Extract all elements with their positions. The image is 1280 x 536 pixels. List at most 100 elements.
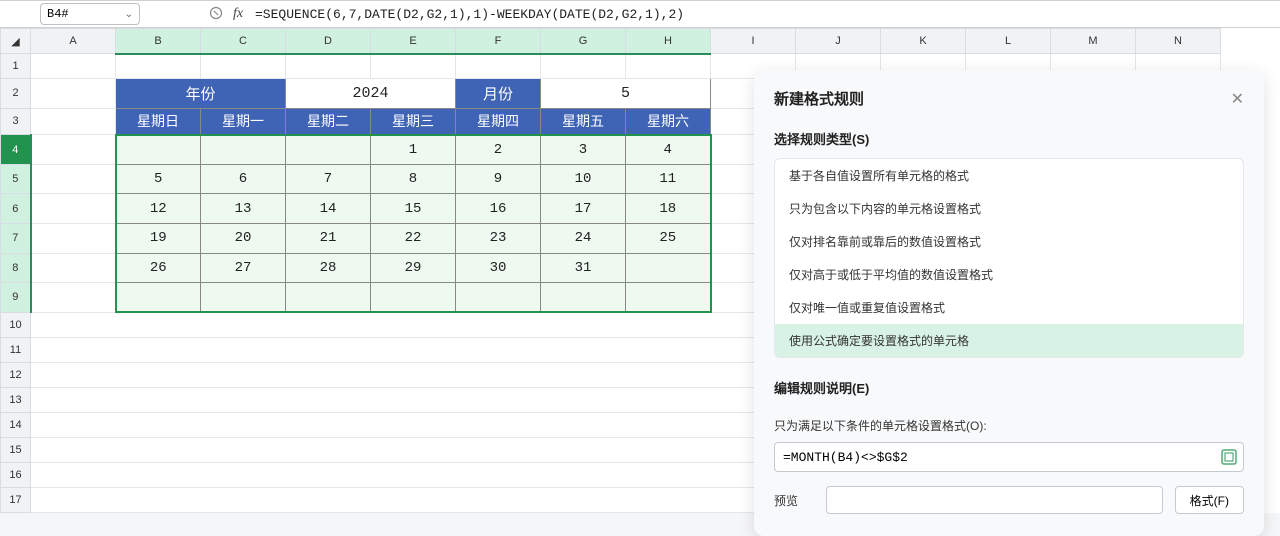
cal-cell[interactable]: 7 [286,164,371,194]
name-box[interactable]: B4# ⌄ [40,3,140,25]
cal-cell[interactable]: 14 [286,194,371,224]
cal-cell[interactable] [201,283,286,313]
rule-type-option[interactable]: 仅对唯一值或重复值设置格式 [775,291,1243,324]
select-all-corner[interactable]: ◢ [1,29,31,54]
cell[interactable] [31,194,116,224]
cal-cell[interactable]: 21 [286,224,371,254]
weekday[interactable]: 星期一 [201,108,286,135]
cal-cell[interactable]: 4 [626,135,711,165]
cell[interactable] [201,54,286,79]
cal-cell[interactable]: 6 [201,164,286,194]
cal-cell[interactable]: 3 [541,135,626,165]
col-header[interactable]: B [116,29,201,54]
cell[interactable] [116,54,201,79]
formula-input[interactable] [249,3,1280,25]
cal-cell[interactable]: 15 [371,194,456,224]
cal-cell[interactable] [456,283,541,313]
row-header[interactable]: 7 [1,224,31,254]
cal-cell[interactable] [286,283,371,313]
cell[interactable] [456,54,541,79]
cal-cell[interactable]: 23 [456,224,541,254]
cal-cell[interactable]: 27 [201,253,286,283]
col-header[interactable]: H [626,29,711,54]
col-header[interactable]: A [31,29,116,54]
fx-icon[interactable]: fx [227,6,249,22]
cell[interactable] [31,108,116,135]
row-header[interactable]: 6 [1,194,31,224]
cell[interactable] [541,54,626,79]
cal-cell[interactable]: 1 [371,135,456,165]
row-header[interactable]: 8 [1,253,31,283]
weekday[interactable]: 星期三 [371,108,456,135]
format-button[interactable]: 格式(F) [1175,486,1244,514]
cal-cell[interactable] [116,283,201,313]
col-header[interactable]: G [541,29,626,54]
cell[interactable] [626,54,711,79]
weekday[interactable]: 星期五 [541,108,626,135]
cal-cell[interactable] [116,135,201,165]
cal-cell[interactable]: 20 [201,224,286,254]
close-icon[interactable]: ✕ [1231,89,1244,109]
row-header[interactable]: 3 [1,108,31,135]
cal-cell[interactable]: 19 [116,224,201,254]
weekday[interactable]: 星期日 [116,108,201,135]
rule-formula-input[interactable] [774,442,1244,472]
row-header[interactable]: 10 [1,312,31,337]
cal-cell[interactable]: 28 [286,253,371,283]
cal-cell[interactable]: 18 [626,194,711,224]
row-header[interactable]: 13 [1,387,31,412]
row-header[interactable]: 12 [1,362,31,387]
cal-cell[interactable]: 5 [116,164,201,194]
col-header[interactable]: F [456,29,541,54]
month-value[interactable]: 5 [541,79,711,109]
weekday[interactable]: 星期四 [456,108,541,135]
cal-cell[interactable]: 16 [456,194,541,224]
col-header[interactable]: M [1051,29,1136,54]
rule-type-option[interactable]: 只为包含以下内容的单元格设置格式 [775,192,1243,225]
col-header[interactable]: D [286,29,371,54]
cal-cell[interactable] [626,253,711,283]
col-header[interactable]: I [711,29,796,54]
row-header[interactable]: 15 [1,437,31,462]
cell[interactable] [31,164,116,194]
col-header[interactable]: C [201,29,286,54]
row-header[interactable]: 9 [1,283,31,313]
row-header[interactable]: 4 [1,135,31,165]
cal-cell[interactable] [201,135,286,165]
row-header[interactable]: 16 [1,462,31,487]
cal-cell[interactable] [541,283,626,313]
cal-cell[interactable]: 22 [371,224,456,254]
cal-cell[interactable]: 25 [626,224,711,254]
row-header[interactable]: 2 [1,79,31,109]
cell[interactable] [371,54,456,79]
cal-cell[interactable]: 26 [116,253,201,283]
year-label[interactable]: 年份 [116,79,286,109]
cal-cell[interactable] [371,283,456,313]
col-header[interactable]: L [966,29,1051,54]
cal-cell[interactable]: 11 [626,164,711,194]
col-header[interactable]: K [881,29,966,54]
cal-cell[interactable]: 2 [456,135,541,165]
row-header[interactable]: 17 [1,487,31,512]
cal-cell[interactable]: 12 [116,194,201,224]
weekday[interactable]: 星期六 [626,108,711,135]
cell[interactable] [286,54,371,79]
rule-type-option[interactable]: 仅对排名靠前或靠后的数值设置格式 [775,225,1243,258]
row-header[interactable]: 1 [1,54,31,79]
month-label[interactable]: 月份 [456,79,541,109]
col-header[interactable]: N [1136,29,1221,54]
cal-cell[interactable]: 17 [541,194,626,224]
cal-cell[interactable]: 10 [541,164,626,194]
rule-type-option[interactable]: 使用公式确定要设置格式的单元格 [775,324,1243,357]
cell[interactable] [31,253,116,283]
rule-type-option[interactable]: 仅对高于或低于平均值的数值设置格式 [775,258,1243,291]
col-header[interactable]: E [371,29,456,54]
cal-cell[interactable]: 24 [541,224,626,254]
cal-cell[interactable]: 29 [371,253,456,283]
row-header[interactable]: 11 [1,337,31,362]
range-picker-icon[interactable] [1220,448,1238,466]
cal-cell[interactable]: 13 [201,194,286,224]
cell[interactable] [31,54,116,79]
cal-cell[interactable] [286,135,371,165]
rule-type-option[interactable]: 基于各自值设置所有单元格的格式 [775,159,1243,192]
